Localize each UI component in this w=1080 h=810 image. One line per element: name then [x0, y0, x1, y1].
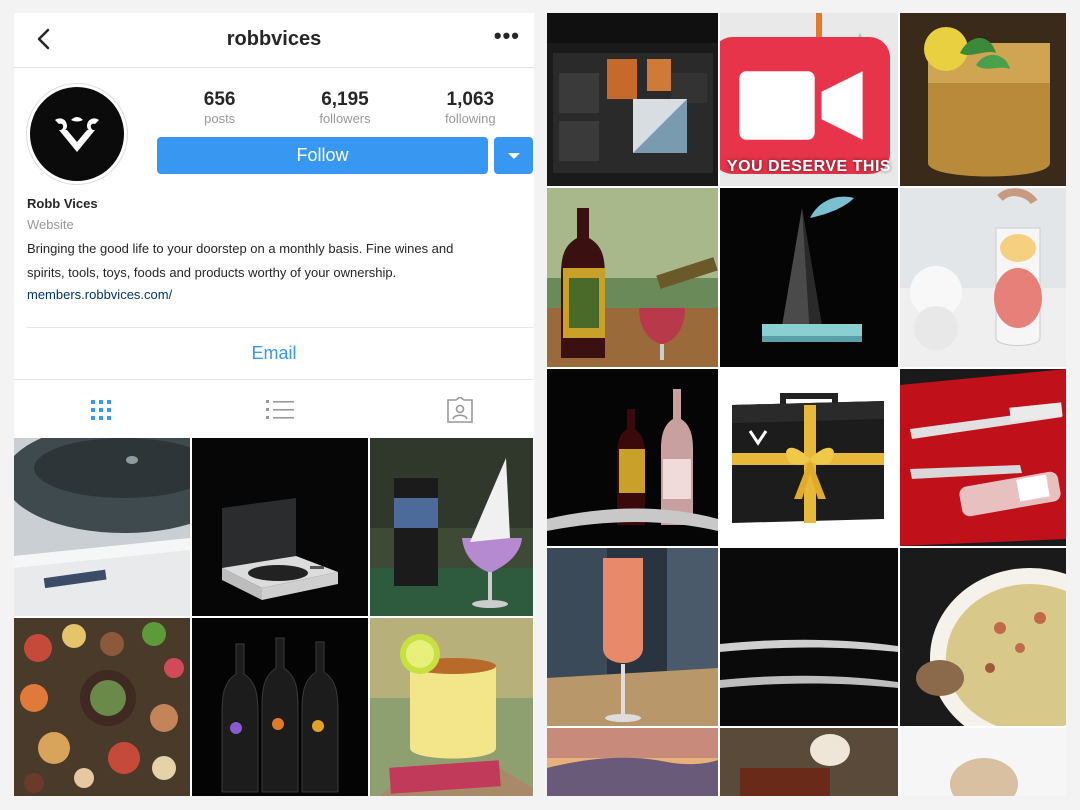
- turntable-box-photo: [14, 438, 190, 616]
- post-thumbnail[interactable]: [192, 438, 368, 616]
- profile-website-link[interactable]: members.robbvices.com/: [27, 287, 522, 302]
- robb-vices-gift-box-photo: [720, 369, 898, 546]
- posts-grid-panel: YOU DESERVE THIS: [547, 13, 1066, 796]
- more-options-icon[interactable]: •••: [494, 25, 520, 47]
- avatar: [27, 84, 127, 184]
- stat-followers[interactable]: 6,195 followers: [285, 89, 405, 126]
- stat-label: followers: [319, 111, 371, 126]
- soup-bowl-photo: [900, 548, 1066, 726]
- post-thumbnail[interactable]: [547, 13, 718, 186]
- post-thumbnail[interactable]: [547, 188, 718, 367]
- grid-icon: [91, 400, 111, 420]
- post-thumbnail[interactable]: [547, 369, 718, 546]
- post-thumbnail[interactable]: [900, 188, 1066, 367]
- post-thumbnail[interactable]: [547, 548, 718, 726]
- profile-username: robbvices: [226, 28, 322, 50]
- knife-case-photo: [900, 369, 1066, 546]
- post-thumbnail[interactable]: [370, 618, 533, 796]
- stat-value: 6,195: [321, 89, 369, 110]
- sunset-landscape-photo: [547, 728, 718, 796]
- posts-grid: [14, 438, 534, 796]
- stat-posts[interactable]: 656 posts: [160, 89, 280, 126]
- stat-label: following: [445, 111, 496, 126]
- divider: [27, 327, 534, 328]
- profile-category: Website: [27, 217, 74, 232]
- tab-tagged-view[interactable]: [445, 395, 475, 425]
- post-thumbnail[interactable]: [900, 728, 1066, 796]
- post-thumbnail[interactable]: [720, 369, 898, 546]
- posts-grid-continued: YOU DESERVE THIS: [547, 13, 1066, 796]
- profile-panel: robbvices ••• 656 posts 6,195 followers …: [14, 13, 534, 796]
- stat-value: 656: [203, 89, 236, 110]
- shaved-ice-photo: [900, 188, 1066, 367]
- post-thumbnail[interactable]: [900, 13, 1066, 186]
- liqueur-pour-photo: [547, 188, 718, 367]
- bread-photo: [900, 728, 1066, 796]
- knives-photo: [720, 548, 898, 726]
- profile-description: Bringing the good life to your doorstep …: [27, 237, 522, 285]
- post-thumbnail[interactable]: [900, 548, 1066, 726]
- post-thumbnail[interactable]: [192, 618, 368, 796]
- post-thumbnail[interactable]: [14, 438, 190, 616]
- tab-grid-view[interactable]: [86, 395, 116, 425]
- award-trophy-photo: [720, 188, 898, 367]
- post-thumbnail[interactable]: [14, 618, 190, 796]
- stat-following[interactable]: 1,063 following: [410, 89, 530, 126]
- view-tabs: [14, 389, 534, 435]
- post-thumbnail[interactable]: [720, 728, 898, 796]
- post-thumbnail[interactable]: [720, 188, 898, 367]
- stat-label: posts: [204, 111, 236, 126]
- tea-gift-box-photo: [547, 13, 718, 186]
- tea-cocktail-photo: [370, 438, 533, 616]
- stat-value: 1,063: [446, 89, 495, 110]
- caret-down-icon: [507, 152, 520, 159]
- post-thumbnail[interactable]: [720, 548, 898, 726]
- divider: [14, 379, 534, 380]
- champagne-photo: [547, 548, 718, 726]
- tagged-person-icon: [447, 397, 473, 423]
- chocolate-bar-photo: [720, 728, 898, 796]
- email-button[interactable]: Email: [14, 343, 534, 364]
- turntable-photo: [192, 438, 368, 616]
- robb-vices-logo-icon: [55, 117, 99, 152]
- suggested-dropdown-button[interactable]: [494, 137, 533, 174]
- post-thumbnail[interactable]: [370, 438, 533, 616]
- post-overlay-text: YOU DESERVE THIS: [726, 158, 892, 175]
- three-bottles-photo: [192, 618, 368, 796]
- post-thumbnail[interactable]: [900, 369, 1066, 546]
- list-icon: [266, 400, 294, 419]
- profile-stats: 656 posts 6,195 followers 1,063 followin…: [157, 89, 533, 126]
- margarita-photo: [370, 618, 533, 796]
- description-line: Bringing the good life to your doorstep …: [27, 241, 454, 256]
- food-spread-photo: [14, 618, 190, 796]
- two-bottles-photo: [547, 369, 718, 546]
- profile-header: robbvices •••: [14, 13, 534, 68]
- tab-list-view[interactable]: [265, 395, 295, 425]
- iced-tea-photo: [900, 13, 1066, 186]
- post-thumbnail[interactable]: [547, 728, 718, 796]
- description-line: spirits, tools, toys, foods and products…: [27, 265, 397, 280]
- profile-full-name: Robb Vices: [27, 196, 98, 211]
- post-thumbnail-video[interactable]: YOU DESERVE THIS: [720, 13, 898, 186]
- profile-bio: Robb Vices Website Bringing the good lif…: [27, 196, 522, 302]
- follow-button[interactable]: Follow: [157, 137, 488, 174]
